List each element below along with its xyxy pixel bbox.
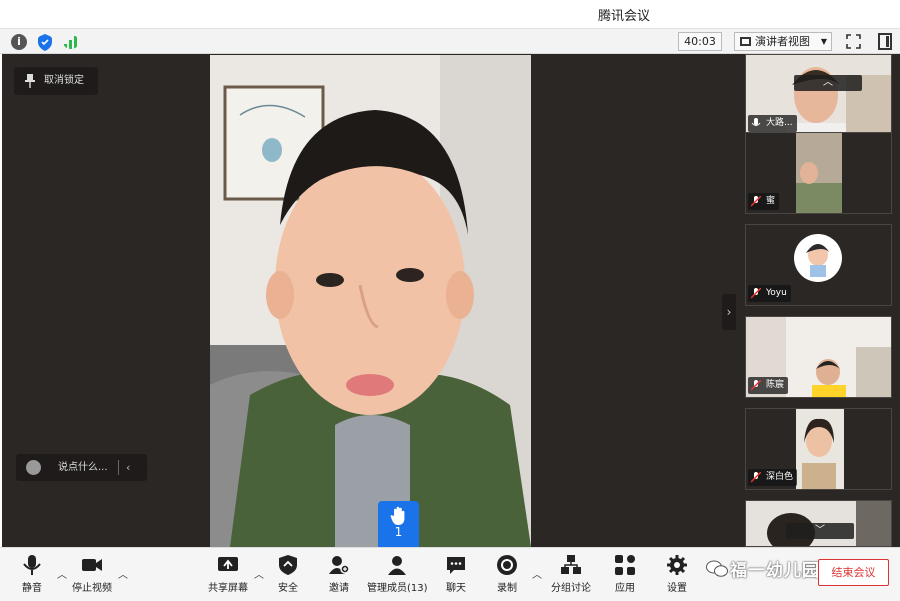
fullscreen-icon[interactable] bbox=[846, 34, 861, 49]
scroll-down-button[interactable]: ﹀ bbox=[786, 523, 854, 539]
microphone-icon bbox=[23, 555, 41, 575]
participant-name: 深白色 bbox=[766, 472, 794, 482]
chevron-left-icon[interactable]: ‹ bbox=[126, 454, 130, 481]
security-button[interactable]: 安全 bbox=[275, 554, 301, 596]
shield-icon[interactable] bbox=[37, 34, 53, 51]
security-label: 安全 bbox=[278, 583, 298, 594]
apps-button[interactable]: 应用 bbox=[612, 554, 638, 596]
manage-members-label: 管理成员(13) bbox=[367, 583, 428, 594]
gear-icon bbox=[667, 555, 687, 575]
record-button[interactable]: 录制 bbox=[494, 554, 520, 596]
participant-name-tag: 陈宸 bbox=[748, 377, 789, 394]
main-video-stage: 取消锁定 说点什么... ‹ 1 › bbox=[2, 54, 740, 547]
chevron-up-icon[interactable]: ︿ bbox=[118, 566, 128, 581]
mute-button[interactable]: 静音 bbox=[18, 554, 46, 596]
settings-button[interactable]: 设置 bbox=[664, 554, 690, 596]
raised-hands-button[interactable]: 1 bbox=[378, 501, 419, 547]
chat-input-bubble[interactable]: 说点什么... ‹ bbox=[16, 454, 147, 481]
mic-muted-icon bbox=[751, 472, 761, 483]
invite-label: 邀请 bbox=[329, 583, 349, 594]
mute-label: 静音 bbox=[22, 583, 42, 594]
mic-muted-icon bbox=[751, 196, 761, 207]
participant-tile[interactable]: ︿ 大路... bbox=[745, 54, 892, 136]
wechat-icon bbox=[706, 560, 728, 577]
invite-button[interactable]: 邀请 bbox=[326, 554, 352, 596]
watermark-text: 福一幼儿园 bbox=[730, 561, 820, 581]
chevron-down-icon: ▼ bbox=[820, 37, 827, 46]
active-speaker-video bbox=[210, 55, 531, 547]
chevron-up-icon[interactable]: ︿ bbox=[254, 566, 264, 581]
unpin-button[interactable]: 取消锁定 bbox=[14, 67, 98, 95]
share-screen-icon bbox=[218, 557, 238, 571]
participant-name-tag: 深白色 bbox=[748, 469, 798, 486]
members-icon bbox=[388, 556, 406, 575]
breakout-rooms-icon bbox=[561, 555, 581, 574]
smiley-icon[interactable] bbox=[26, 460, 41, 475]
meeting-info-bar: i 40:03 演讲者视图 ▼ bbox=[0, 28, 900, 54]
layout-toggle-icon[interactable] bbox=[878, 33, 892, 50]
share-screen-label: 共享屏幕 bbox=[208, 583, 248, 594]
window-title: 腾讯会议 bbox=[598, 9, 651, 24]
participant-name-tag: 大路... bbox=[748, 115, 797, 132]
breakout-button[interactable]: 分组讨论 bbox=[551, 554, 591, 596]
apps-label: 应用 bbox=[615, 583, 635, 594]
participant-name-tag: 蜜 bbox=[748, 193, 780, 210]
view-mode-label: 演讲者视图 bbox=[755, 35, 810, 48]
microphone-icon bbox=[751, 118, 761, 126]
divider bbox=[118, 460, 119, 475]
participant-name: 陈宸 bbox=[766, 380, 785, 390]
chat-icon bbox=[447, 557, 465, 574]
share-screen-button[interactable]: 共享屏幕 bbox=[207, 554, 249, 596]
apps-grid-icon bbox=[615, 555, 635, 575]
pin-icon bbox=[25, 74, 35, 88]
presenter-view-icon bbox=[740, 37, 751, 46]
raise-hand-icon bbox=[390, 506, 405, 525]
record-icon bbox=[497, 555, 517, 575]
stop-video-button[interactable]: 停止视频 bbox=[72, 554, 112, 596]
shield-icon bbox=[279, 555, 297, 575]
add-user-icon bbox=[329, 556, 350, 574]
participant-tile[interactable]: 蜜 bbox=[745, 132, 892, 214]
record-label: 录制 bbox=[497, 583, 517, 594]
meeting-timer: 40:03 bbox=[678, 32, 722, 51]
participant-tile[interactable]: 深白色 bbox=[745, 408, 892, 490]
speaker-video-frame bbox=[210, 55, 531, 547]
chat-placeholder: 说点什么... bbox=[58, 462, 108, 473]
collapse-panel-button[interactable]: › bbox=[722, 294, 736, 330]
stop-video-label: 停止视频 bbox=[72, 583, 112, 594]
chat-button[interactable]: 聊天 bbox=[443, 554, 469, 596]
view-mode-dropdown[interactable]: 演讲者视图 ▼ bbox=[734, 32, 832, 51]
participant-tile[interactable]: ﹀ bbox=[745, 500, 892, 547]
meeting-window: 腾讯会议 i 40:03 演讲者视图 ▼ 取消锁定 说点什么... ‹ 1 › … bbox=[0, 0, 900, 601]
signal-icon[interactable] bbox=[63, 35, 79, 49]
mic-muted-icon bbox=[751, 380, 761, 391]
participant-name: 蜜 bbox=[766, 196, 776, 206]
participant-name-tag: Yoyu bbox=[748, 285, 791, 302]
info-icon[interactable]: i bbox=[11, 34, 27, 50]
chevron-up-icon[interactable]: ︿ bbox=[57, 566, 67, 581]
settings-label: 设置 bbox=[667, 583, 687, 594]
manage-members-button[interactable]: 管理成员(13) bbox=[367, 554, 428, 596]
bottom-toolbar: 静音 ︿ 停止视频 ︿ 共享屏幕 ︿ 安全 邀请 管理成员(13) 聊天 录制 … bbox=[0, 547, 900, 601]
participant-name: Yoyu bbox=[766, 288, 787, 298]
participant-tile[interactable]: 陈宸 bbox=[745, 316, 892, 398]
chat-label: 聊天 bbox=[446, 583, 466, 594]
participant-tile[interactable]: Yoyu bbox=[745, 224, 892, 306]
camera-icon bbox=[82, 559, 102, 571]
end-meeting-button[interactable]: 结束会议 bbox=[818, 559, 889, 586]
mic-muted-icon bbox=[751, 288, 761, 299]
breakout-label: 分组讨论 bbox=[551, 583, 591, 594]
participant-gallery: ︿ 大路... 蜜 Yoyu 陈宸 深白色 ﹀ bbox=[740, 54, 900, 547]
unpin-label: 取消锁定 bbox=[44, 75, 84, 86]
raised-hands-count: 1 bbox=[394, 525, 403, 539]
chevron-up-icon[interactable]: ︿ bbox=[532, 566, 542, 581]
participant-name: 大路... bbox=[766, 118, 793, 128]
title-bar: 腾讯会议 bbox=[0, 0, 900, 28]
scroll-up-indicator[interactable]: ︿ bbox=[794, 75, 862, 91]
